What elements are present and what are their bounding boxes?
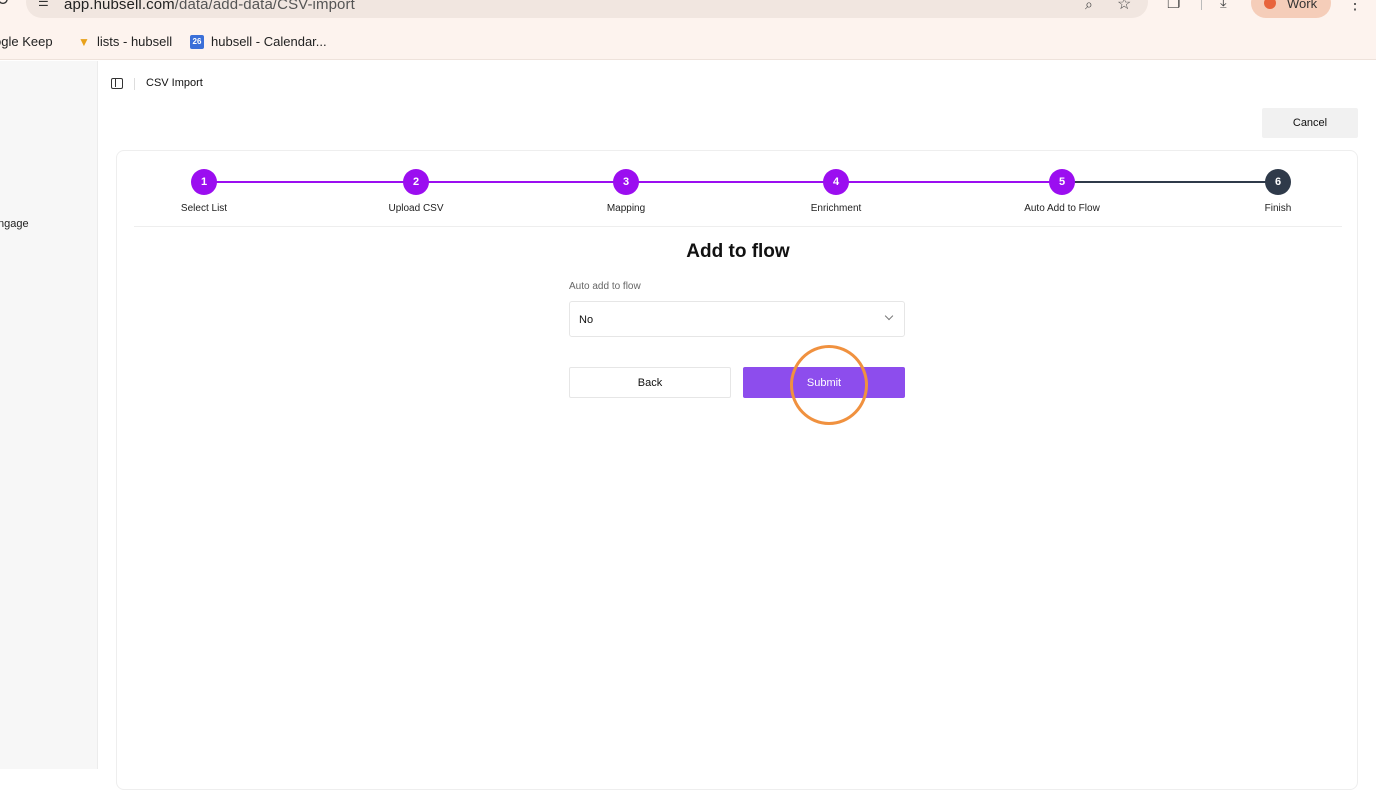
main-content: CSV Import Cancel 1 Select List 2 Upload CS… [99,61,1376,790]
app-sidebar: ngage [0,61,98,769]
address-bar-row: ↻ ☰ app.hubsell.com/data/add-data/CSV-im… [0,0,1376,18]
stepper-connector [204,181,416,183]
stepper-connector [416,181,626,183]
bookmark-google-keep[interactable]: ogle Keep [0,34,53,49]
auto-add-to-flow-label: Auto add to flow [569,281,641,292]
cancel-button[interactable]: Cancel [1262,108,1358,138]
breadcrumb: CSV Import [146,77,203,89]
stepper-connector [836,181,1062,183]
step-5-indicator: 5 [1049,169,1075,195]
step-4-indicator: 4 [823,169,849,195]
step-5-label: Auto Add to Flow [1024,203,1100,214]
stepper-connector [1062,181,1278,183]
submit-button[interactable]: Submit [743,367,905,398]
step-3-indicator: 3 [613,169,639,195]
breadcrumb-divider [134,78,135,90]
toolbar-divider [1201,0,1202,10]
profile-label: Work [1287,0,1318,11]
sidebar-toggle-icon[interactable] [111,78,123,89]
step-1-label: Select List [180,203,228,214]
step-2-label: Upload CSV [388,203,444,214]
step-6-indicator: 6 [1265,169,1291,195]
bookmark-lists-hubsell[interactable]: lists - hubsell [97,34,172,49]
url-text[interactable]: app.hubsell.com/data/add-data/CSV-import [64,0,355,13]
step-1-indicator: 1 [191,169,217,195]
url-path: /data/add-data/CSV-import [174,0,355,13]
step-2-indicator: 2 [403,169,429,195]
reload-icon[interactable]: ↻ [0,0,9,10]
extensions-icon[interactable]: ❐ [1167,0,1180,12]
stepper: 1 Select List 2 Upload CSV 3 Mapping 4 Enrichme… [117,151,1359,227]
kebab-menu-icon[interactable]: ⋮ [1347,0,1363,14]
step-3-label: Mapping [606,203,646,214]
back-button[interactable]: Back [569,367,731,398]
url-host: app.hubsell.com [64,0,175,13]
import-card: 1 Select List 2 Upload CSV 3 Mapping 4 Enrichme… [116,150,1358,790]
bookmarks-bar: ogle Keep ▼ lists - hubsell 26 hubsell -… [0,31,1376,53]
chevron-down-icon [884,311,894,321]
browser-chrome: ↻ ☰ app.hubsell.com/data/add-data/CSV-im… [0,0,1376,60]
auto-add-to-flow-select[interactable]: No [569,301,905,337]
sidebar-item-engage[interactable]: ngage [0,218,29,230]
download-icon[interactable]: ⤓ [1220,0,1227,11]
filter-icon: ▼ [78,35,90,49]
star-icon[interactable]: ☆ [1117,0,1131,14]
step-6-label: Finish [1264,203,1292,214]
page-title: Add to flow [686,241,790,262]
stepper-connector [626,181,836,183]
site-settings-icon[interactable]: ☰ [38,0,49,9]
bookmark-hubsell-calendar[interactable]: hubsell - Calendar... [211,34,327,49]
stepper-divider [134,226,1342,227]
select-value: No [579,314,594,326]
calendar-icon: 26 [190,35,204,49]
zoom-icon[interactable]: ⌕ [1085,0,1093,13]
step-4-label: Enrichment [810,203,862,214]
